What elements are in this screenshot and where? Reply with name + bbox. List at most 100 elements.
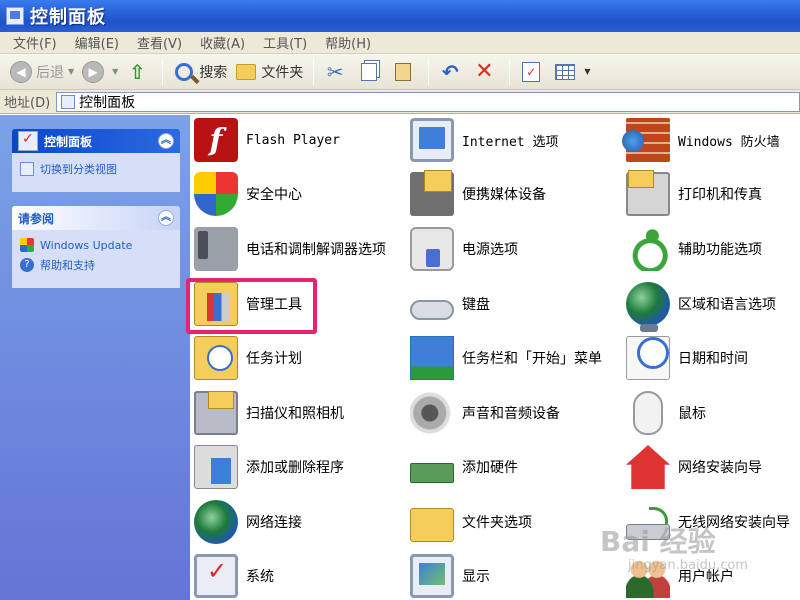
item-mouse[interactable]: 鼠标 — [626, 388, 706, 438]
paste-button[interactable] — [388, 57, 422, 87]
help-and-support-link[interactable]: ? 帮助和支持 — [20, 257, 172, 273]
item-label: 系统 — [246, 569, 274, 585]
item-label: 区域和语言选项 — [678, 297, 776, 313]
item-power-options[interactable]: 电源选项 — [410, 224, 518, 274]
windows-update-link[interactable]: Windows Update — [20, 238, 172, 252]
printer-icon — [626, 170, 670, 216]
item-label: 网络安装向导 — [678, 460, 762, 476]
up-button[interactable]: ⇧ — [122, 57, 156, 87]
item-add-remove-programs[interactable]: 添加或删除程序 — [194, 442, 344, 492]
menu-tools[interactable]: 工具(T) — [254, 33, 316, 52]
item-keyboard[interactable]: 键盘 — [410, 279, 490, 329]
item-phone-and-modem[interactable]: 电话和调制解调器选项 — [194, 224, 386, 274]
undo-button[interactable]: ↶ — [435, 57, 469, 87]
system-icon — [194, 554, 238, 598]
see-also-panel: 请参阅 ︽ Windows Update ? 帮助和支持 — [12, 206, 180, 288]
cut-button[interactable]: ✂ — [320, 57, 354, 87]
item-label: 文件夹选项 — [462, 515, 532, 531]
menu-favorites[interactable]: 收藏(A) — [191, 33, 254, 52]
panel-body: 切换到分类视图 — [12, 153, 180, 192]
taskbar-icon — [410, 336, 454, 380]
back-label: 后退 — [36, 64, 64, 81]
date-time-icon — [626, 336, 670, 380]
keyboard-icon — [410, 300, 454, 320]
control-panel-icon — [6, 7, 24, 25]
item-internet-options[interactable]: Internet 选项 — [410, 115, 558, 165]
item-security-center[interactable]: 安全中心 — [194, 169, 302, 219]
search-button[interactable]: 搜索 — [169, 57, 231, 87]
toolbar-separator — [162, 58, 164, 85]
menu-edit[interactable]: 编辑(E) — [66, 33, 128, 52]
security-center-icon — [194, 172, 238, 216]
toolbar-separator — [313, 58, 315, 85]
back-dropdown-icon[interactable]: ▼ — [68, 67, 74, 76]
delete-icon: ✕ — [475, 59, 494, 84]
firewall-icon — [622, 118, 670, 162]
collapse-icon[interactable]: ︽ — [158, 210, 174, 226]
help-icon: ? — [20, 258, 34, 272]
item-label: Flash Player — [246, 132, 340, 148]
scanner-camera-icon — [194, 391, 238, 435]
item-windows-firewall[interactable]: Windows 防火墙 — [622, 115, 780, 165]
folders-button[interactable]: 文件夹 — [231, 57, 307, 87]
item-date-and-time[interactable]: 日期和时间 — [626, 333, 748, 383]
item-label: 便携媒体设备 — [462, 187, 546, 203]
item-label: 电源选项 — [462, 242, 518, 258]
copy-button[interactable] — [354, 57, 388, 87]
collapse-icon[interactable]: ︽ — [158, 133, 174, 149]
item-regional-and-language[interactable]: 区域和语言选项 — [626, 279, 776, 332]
add-hardware-icon — [410, 463, 454, 483]
panel-header-see-also[interactable]: 请参阅 ︽ — [12, 206, 180, 230]
back-button[interactable]: ◀ 后退 ▼ — [6, 57, 78, 87]
item-system[interactable]: 系统 — [194, 551, 274, 600]
item-label: 扫描仪和照相机 — [246, 406, 344, 422]
title-bar: 控制面板 — [0, 0, 800, 32]
item-network-connections[interactable]: 网络连接 — [194, 497, 302, 547]
item-scanners-and-cameras[interactable]: 扫描仪和照相机 — [194, 388, 344, 438]
properties-button[interactable]: ✓ — [516, 57, 550, 87]
network-connections-icon — [194, 500, 238, 544]
item-flash-player[interactable]: f Flash Player — [194, 115, 340, 165]
item-portable-media-devices[interactable]: 便携媒体设备 — [410, 169, 546, 219]
item-printers-and-faxes[interactable]: 打印机和传真 — [626, 169, 762, 219]
item-folder-options[interactable]: 文件夹选项 — [410, 497, 532, 547]
control-panel-panel: 控制面板 ︽ 切换到分类视图 — [12, 129, 180, 192]
forward-arrow-icon: ▶ — [82, 60, 105, 83]
item-label: 日期和时间 — [678, 351, 748, 367]
switch-to-category-view-link[interactable]: 切换到分类视图 — [20, 161, 172, 177]
region-language-icon — [626, 282, 670, 332]
copy-icon — [361, 62, 378, 81]
item-label: 电话和调制解调器选项 — [246, 242, 386, 258]
panel-title: 请参阅 — [18, 211, 55, 226]
item-label: 任务计划 — [246, 351, 302, 367]
views-button[interactable]: ▼ — [550, 57, 594, 87]
item-display[interactable]: 显示 — [410, 551, 490, 600]
link-label: Windows Update — [40, 238, 133, 252]
item-label: 鼠标 — [678, 406, 706, 422]
menu-file[interactable]: 文件(F) — [4, 33, 66, 52]
address-input[interactable]: 控制面板 — [56, 91, 800, 112]
scissors-icon: ✂ — [326, 59, 344, 84]
menu-bar: 文件(F) 编辑(E) 查看(V) 收藏(A) 工具(T) 帮助(H) — [0, 32, 800, 54]
address-value: 控制面板 — [79, 94, 136, 111]
highlight-annotation — [186, 278, 317, 334]
item-network-setup-wizard[interactable]: 网络安装向导 — [626, 442, 762, 492]
properties-icon: ✓ — [522, 61, 541, 82]
item-scheduled-tasks[interactable]: 任务计划 — [194, 333, 302, 383]
folders-label: 文件夹 — [261, 64, 304, 81]
item-accessibility-options[interactable]: 辅助功能选项 — [626, 224, 762, 274]
item-add-hardware[interactable]: 添加硬件 — [410, 442, 518, 492]
menu-help[interactable]: 帮助(H) — [316, 33, 380, 52]
forward-dropdown-icon[interactable]: ▼ — [112, 67, 118, 76]
undo-icon: ↶ — [441, 59, 459, 84]
panel-title: 控制面板 — [44, 134, 93, 149]
views-dropdown-icon[interactable]: ▼ — [584, 67, 590, 76]
forward-button[interactable]: ▶ ▼ — [78, 57, 122, 87]
item-taskbar-and-start-menu[interactable]: 任务栏和「开始」菜单 — [410, 333, 602, 383]
delete-button[interactable]: ✕ — [469, 57, 503, 87]
panel-header-control-panel[interactable]: 控制面板 ︽ — [12, 129, 180, 153]
menu-view[interactable]: 查看(V) — [128, 33, 191, 52]
folder-icon — [236, 63, 257, 80]
item-sounds-and-audio[interactable]: 声音和音频设备 — [410, 388, 560, 438]
network-setup-icon — [626, 445, 670, 489]
